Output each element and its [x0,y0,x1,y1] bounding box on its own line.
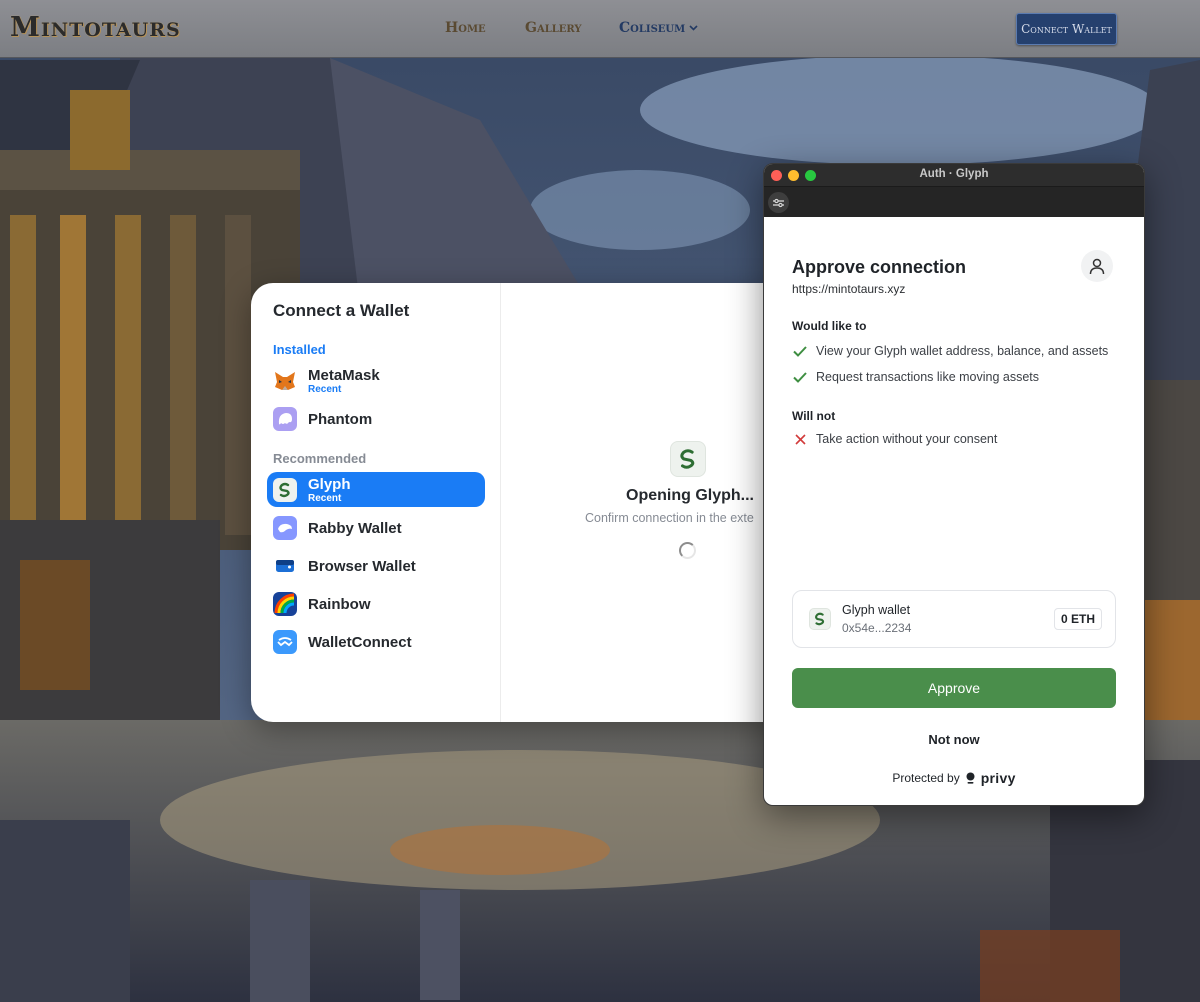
requesting-site-url: https://mintotaurs.xyz [792,282,906,296]
phantom-ghost-icon [273,407,297,431]
would-like-heading: Would like to [792,319,867,333]
chevron-down-icon [689,25,698,31]
glyph-icon [273,478,297,502]
recent-badge: Recent [308,384,342,395]
protected-by-label: Protected by [892,771,960,785]
confirm-instruction: Confirm connection in the exte [585,511,754,525]
loading-spinner-icon [679,542,696,559]
approve-connection-title: Approve connection [792,257,967,277]
wallet-name: Rainbow [308,596,371,613]
wallet-name: Glyph [308,476,351,493]
wallet-option-phantom[interactable]: Phantom [267,401,485,436]
glyph-logo-icon [670,441,706,477]
wallet-option-rainbow[interactable]: Rainbow [267,586,485,621]
connect-wallet-button[interactable]: Connect Wallet [1016,13,1117,45]
wallet-name: Phantom [308,411,373,428]
approve-button[interactable]: Approve [792,668,1116,708]
nav-coliseum-dropdown[interactable]: Coliseum [619,20,698,36]
wallet-address: 0x54e...2234 [842,621,912,635]
wallet-list-panel: Connect a Wallet Installed MetaMask Rece… [251,283,501,722]
will-not-heading: Will not [792,409,836,423]
privy-brand: privy [980,770,1016,786]
connected-wallet-card: Glyph wallet 0x54e...2234 0 ETH [792,590,1116,648]
not-now-button[interactable]: Not now [792,732,1116,747]
opening-status: Opening Glyph... [626,487,754,504]
nav-home-link[interactable]: Home [445,20,486,36]
connecting-panel: Opening Glyph... Confirm connection in t… [501,283,791,722]
user-account-icon[interactable] [1081,250,1113,282]
modal-title: Connect a Wallet [273,301,410,320]
window-title: Auth · Glyph [919,168,989,180]
auth-popup-window: Auth · Glyph Approve connection https://… [763,163,1145,806]
permission-item: Request transactions like moving assets [792,370,1039,384]
nav-gallery-link[interactable]: Gallery [525,20,582,36]
rabby-icon [273,516,297,540]
cross-icon [792,433,808,445]
installed-section-label: Installed [273,342,326,357]
wallet-option-glyph[interactable]: Glyph Recent [267,472,485,507]
check-icon [792,371,808,383]
recommended-section-label: Recommended [273,451,367,466]
restriction-item: Take action without your consent [792,432,997,446]
wallet-name: Browser Wallet [308,558,416,575]
wallet-option-rabby[interactable]: Rabby Wallet [267,510,485,545]
wallet-name: MetaMask [308,367,380,384]
restriction-text: Take action without your consent [816,432,998,446]
wallet-balance-badge: 0 ETH [1054,608,1103,630]
nav-coliseum-label: Coliseum [619,20,686,36]
recent-badge: Recent [308,493,342,504]
connect-wallet-modal: Connect a Wallet Installed MetaMask Rece… [251,283,791,722]
protected-by-footer: Protected by privy [764,770,1144,786]
glyph-icon [809,608,831,630]
top-navbar: Mintotaurs Home Gallery Coliseum Connect… [0,0,1200,58]
window-toolbar [764,186,1144,217]
metamask-fox-icon [273,369,297,393]
site-settings-icon[interactable] [768,192,789,213]
site-logo[interactable]: Mintotaurs [10,12,181,43]
wallet-name: WalletConnect [308,634,412,651]
rainbow-icon [273,592,297,616]
wallet-option-browser-wallet[interactable]: Browser Wallet [267,548,485,583]
wallet-option-walletconnect[interactable]: WalletConnect [267,624,485,659]
permission-text: View your Glyph wallet address, balance,… [816,344,1109,358]
permission-item: View your Glyph wallet address, balance,… [792,344,1108,358]
check-icon [792,345,808,357]
walletconnect-icon [273,630,297,654]
wallet-option-metamask[interactable]: MetaMask Recent [267,363,485,398]
window-titlebar: Auth · Glyph [764,164,1144,186]
privy-logo-icon [966,772,975,784]
permission-text: Request transactions like moving assets [816,370,1040,384]
browser-wallet-icon [273,554,297,578]
wallet-name: Rabby Wallet [308,520,402,537]
wallet-card-name: Glyph wallet [842,603,911,617]
